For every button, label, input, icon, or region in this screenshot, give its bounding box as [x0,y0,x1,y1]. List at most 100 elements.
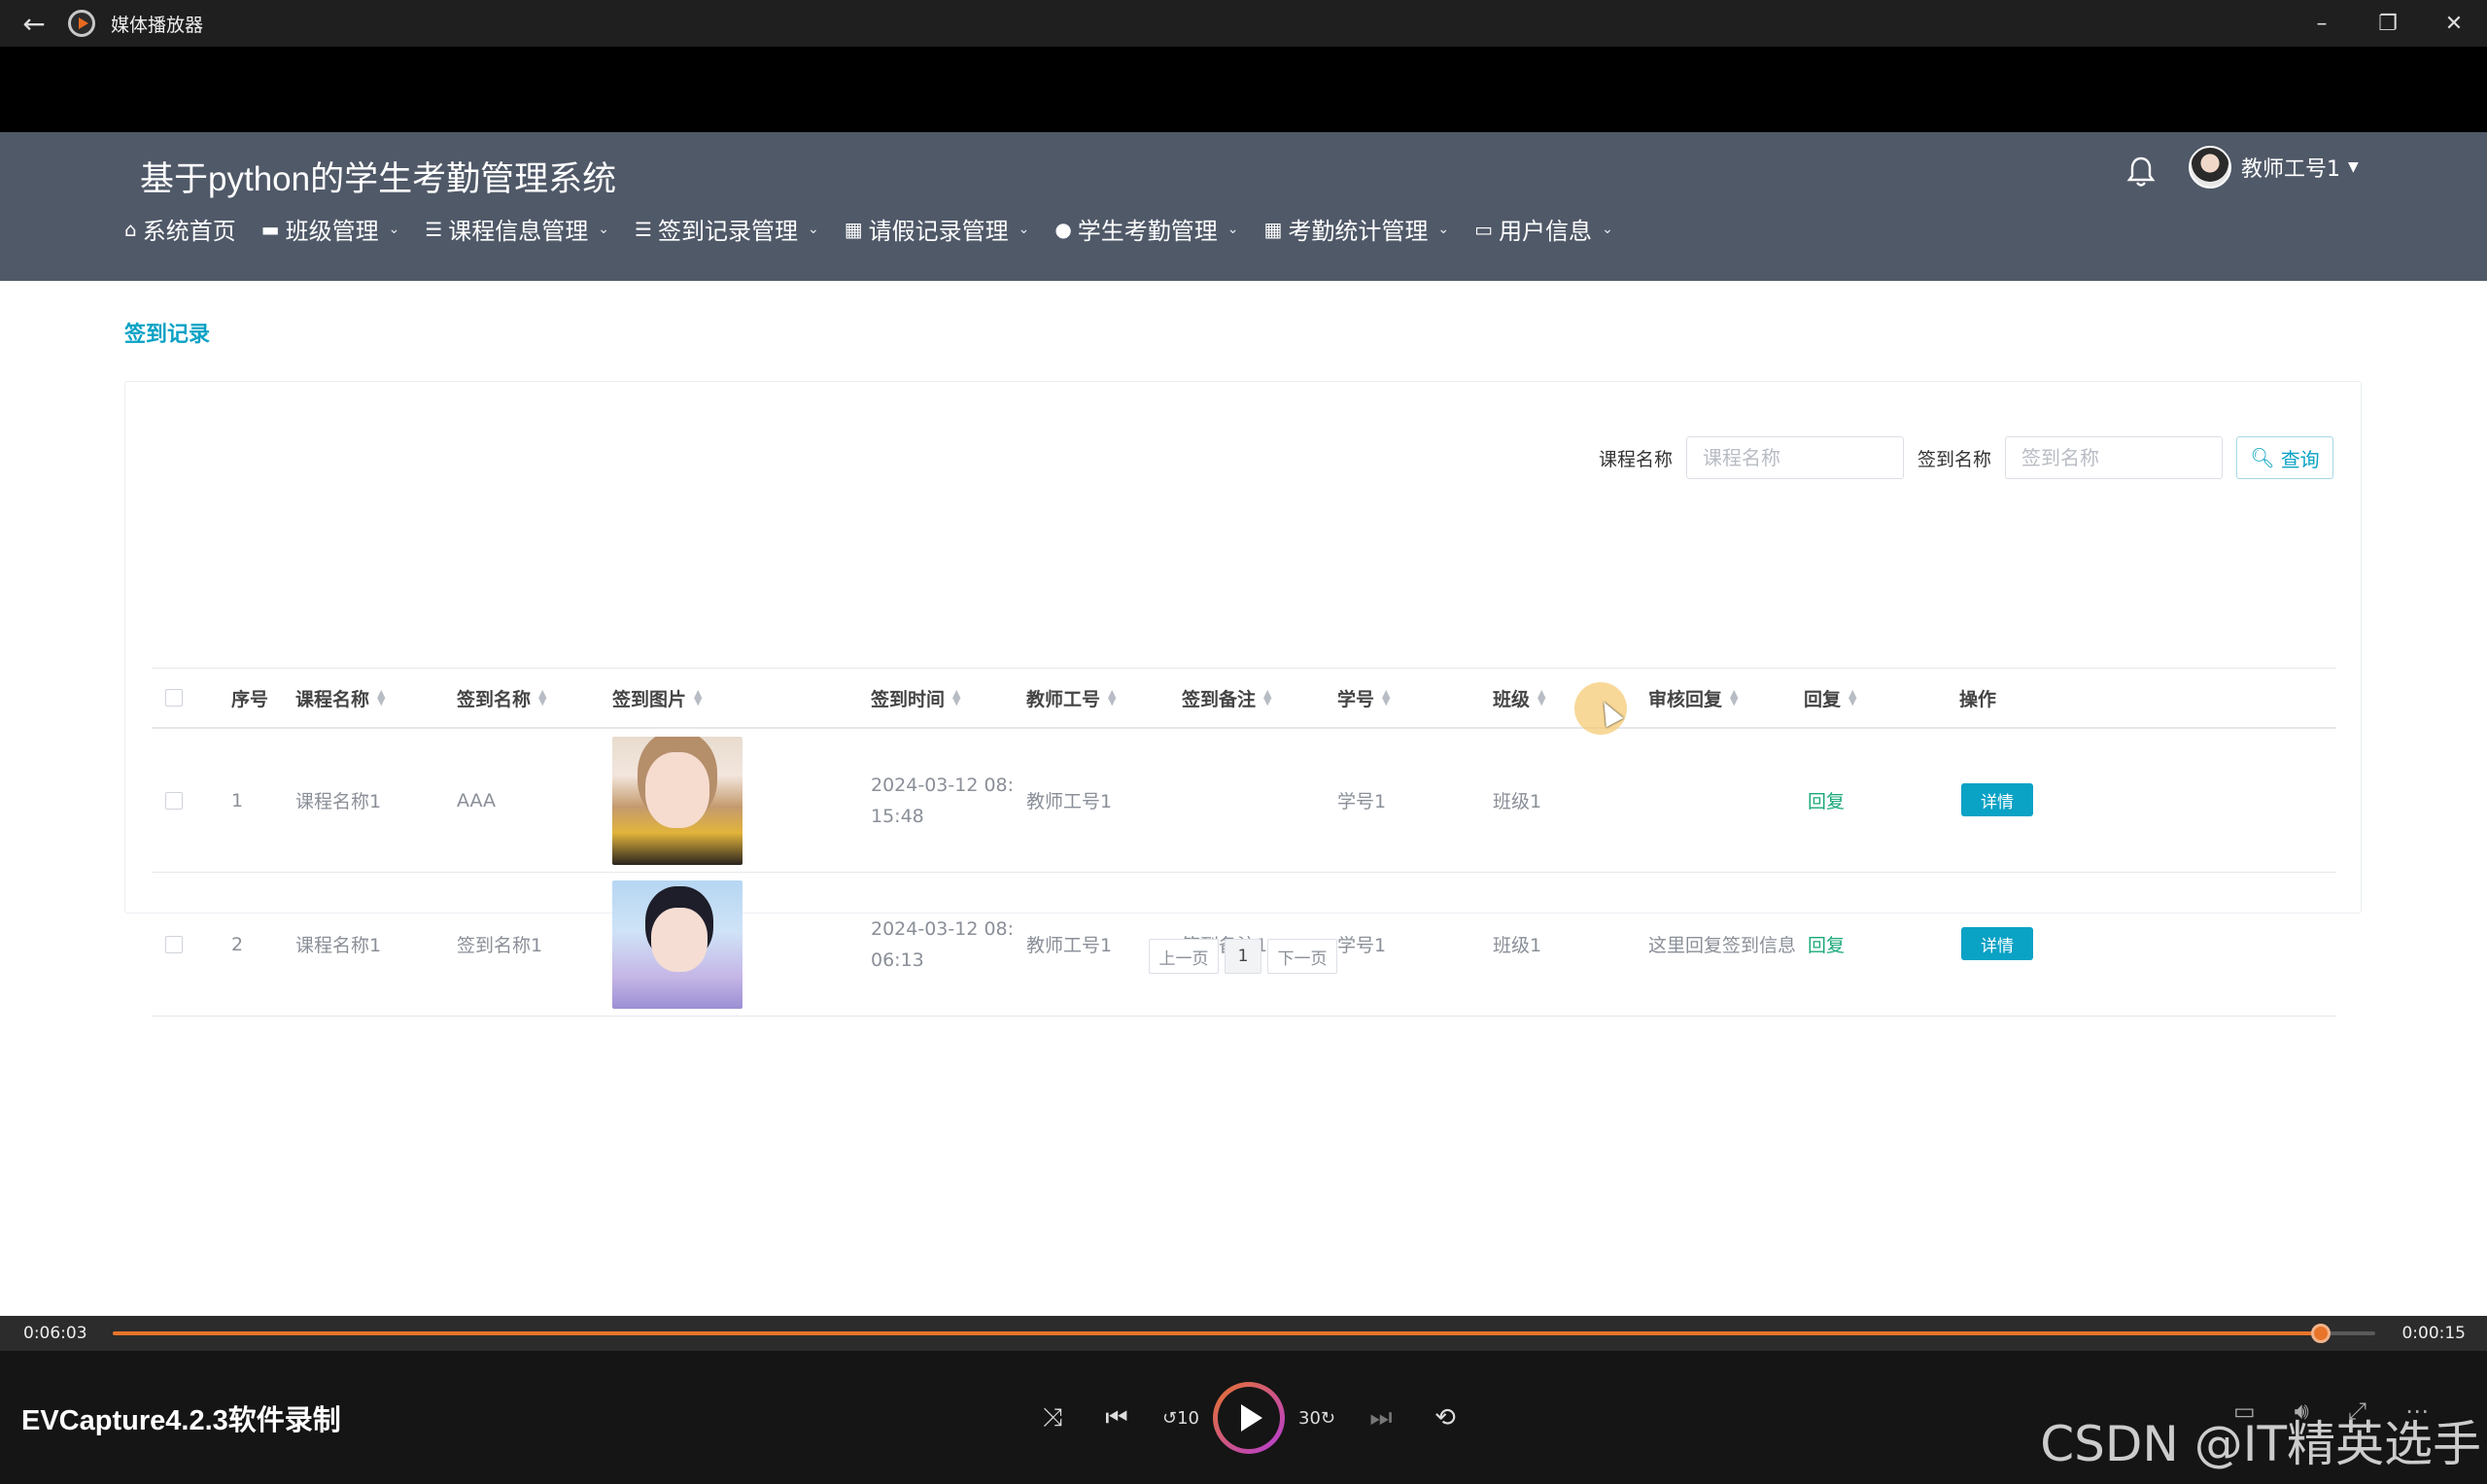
previous-icon[interactable]: ⏮ [1085,1386,1149,1450]
table-header: 序号 课程名称 ▲ ▼ 签到名称 ▲ ▼ 签到图片 ▲ ▼ 签到时间 ▲ ▼ 教师工号 ▲ ▼ 签到… [152,669,2336,729]
nav-item-class[interactable]: ▬ 班级管理 ⌄ [261,212,400,246]
sort-icon: ▲ ▼ [1382,687,1391,707]
row-course: 课程名称1 [295,935,382,956]
col-remark-label: 签到备注 [1182,688,1257,710]
web-app: 基于python的学生考勤管理系统 教师工号1 ▼ ⌂ 系统首页 ▬ 班级管理 ⌄ ☰… [0,132,2487,1316]
next-page-button[interactable]: 下一页 [1267,939,1337,974]
breadcrumb[interactable]: 签到记录 [124,317,210,348]
col-photo-label: 签到图片 [612,688,687,710]
chevron-down-icon: ⌄ [1226,221,1239,237]
window-titlebar: ← 媒体播放器 – ❐ ✕ [0,0,2487,47]
col-signin[interactable]: 签到名称 ▲ ▼ [457,669,546,727]
media-player-icon [68,10,95,37]
row-teacher: 教师工号1 [1026,935,1113,956]
play-icon [1218,1387,1280,1449]
nav-item-course[interactable]: ☰ 课程信息管理 ⌄ [425,212,609,246]
col-course[interactable]: 课程名称 ▲ ▼ [295,669,385,727]
row-time-date: 2024-03-12 08: [871,774,1015,796]
row-signin: AAA [457,789,497,811]
detail-button[interactable]: 详情 [1961,927,2033,960]
play-button[interactable] [1213,1382,1285,1454]
col-index: 序号 [231,688,269,710]
course-input[interactable] [1685,436,1904,479]
nav-item-home[interactable]: ⌂ 系统首页 [124,212,236,246]
row-time-date: 2024-03-12 08: [871,917,1015,940]
nav-item-attendance[interactable]: ● 学生考勤管理 ⌄ [1054,212,1238,246]
site-title: 基于python的学生考勤管理系统 [140,160,617,198]
nav-item-signin[interactable]: ☰ 签到记录管理 ⌄ [635,212,819,246]
sort-icon: ▲ ▼ [1537,687,1546,707]
signin-photo[interactable] [612,736,743,865]
pagination: 上一页 1 下一页 [1149,939,1343,974]
nav-label: 请假记录管理 [868,218,1009,245]
calendar-icon: ▭ [1474,217,1494,241]
sort-icon: ▲ ▼ [694,687,703,707]
row-student: 学号1 [1337,791,1387,812]
row-class: 班级1 [1493,935,1542,956]
row-review: 这里回复签到信息 [1648,935,1797,956]
minimize-icon[interactable]: – [2289,0,2355,47]
col-reply[interactable]: 回复 ▲ ▼ [1804,669,1856,727]
row-checkbox[interactable] [165,791,183,810]
col-time[interactable]: 签到时间 ▲ ▼ [871,669,960,727]
seek-bar[interactable]: 0:06:03 0:00:15 [0,1316,2487,1351]
row-student: 学号1 [1337,935,1387,956]
nav-item-user[interactable]: ▭ 用户信息 ⌄ [1474,212,1613,246]
user-menu[interactable]: 教师工号1 ▼ [2189,146,2359,189]
row-signin: 签到名称1 [457,935,543,956]
col-teacher[interactable]: 教师工号 ▲ ▼ [1026,669,1116,727]
row-index: 1 [231,789,244,811]
shuffle-icon[interactable]: ⤨ [1020,1386,1085,1450]
close-icon[interactable]: ✕ [2421,0,2487,47]
restore-icon[interactable]: ❐ [2355,0,2421,47]
search-bar: 课程名称 签到名称 🔍︎ 查询 [1599,436,2333,479]
detail-button[interactable]: 详情 [1961,783,2033,816]
col-review-label: 审核回复 [1648,688,1723,710]
nav-label: 考勤统计管理 [1288,218,1429,245]
next-icon[interactable]: ⏭ [1349,1386,1413,1450]
home-icon: ⌂ [124,217,137,241]
content-panel: 课程名称 签到名称 🔍︎ 查询 序号 课程名称 ▲▼ 签到名称 ▲▼ 签到图片 ▲▼ … [124,381,2362,1017]
col-review[interactable]: 审核回复 ▲ ▼ [1648,669,1738,727]
reply-link[interactable]: 回复 [1808,931,1845,957]
briefcase-icon: ▬ [260,217,280,241]
window-title: 媒体播放器 [111,14,204,36]
sort-icon: ▲ ▼ [538,687,547,707]
media-title: EVCapture4.2.3软件录制 [21,1405,341,1436]
query-button[interactable]: 🔍︎ 查询 [2236,436,2333,479]
col-teacher-label: 教师工号 [1026,688,1101,710]
reply-link[interactable]: 回复 [1808,787,1845,813]
course-label: 课程名称 [1598,448,1673,470]
seek-thumb[interactable] [2311,1324,2332,1343]
chevron-down-icon: ⌄ [598,221,610,237]
avatar [2189,146,2231,189]
sort-icon: ▲ ▼ [377,687,386,707]
sort-icon: ▲ ▼ [1263,687,1272,707]
nav-item-stats[interactable]: ▦ 考勤统计管理 ⌄ [1264,212,1450,246]
arrow-left-icon[interactable]: ← [0,8,68,40]
signin-photo[interactable] [612,880,743,1009]
nav-label: 课程信息管理 [448,218,589,245]
nav-item-leave[interactable]: ▦ 请假记录管理 ⌄ [845,212,1030,246]
signin-input[interactable] [2005,436,2223,479]
sort-icon: ▲ ▼ [1848,687,1857,707]
col-student[interactable]: 学号 ▲ ▼ [1337,669,1390,727]
seek-track[interactable] [113,1324,2375,1343]
prev-page-button[interactable]: 上一页 [1149,939,1219,974]
forward-30-icon[interactable]: 30↻ [1285,1386,1349,1450]
row-checkbox[interactable] [165,935,183,953]
select-all-checkbox[interactable] [165,689,183,707]
repeat-off-icon[interactable]: ⟲ [1413,1386,1477,1450]
row-index: 2 [231,933,244,955]
rewind-10-icon[interactable]: ↺10 [1149,1386,1213,1450]
sort-icon: ▲ ▼ [1108,687,1117,707]
col-action: 操作 [1959,688,1997,710]
row-time-clock: 06:13 [871,949,924,971]
col-remark[interactable]: 签到备注 ▲ ▼ [1182,669,1271,727]
table-row: 1 课程名称1 AAA 2024-03-12 08: 15:48 教师工号1 学号… [152,729,2336,873]
page-number[interactable]: 1 [1225,939,1261,974]
col-class[interactable]: 班级 ▲ ▼ [1493,669,1545,727]
col-photo[interactable]: 签到图片 ▲ ▼ [612,669,702,727]
pin-icon: ● [1054,217,1072,241]
bell-icon[interactable] [2126,155,2156,189]
